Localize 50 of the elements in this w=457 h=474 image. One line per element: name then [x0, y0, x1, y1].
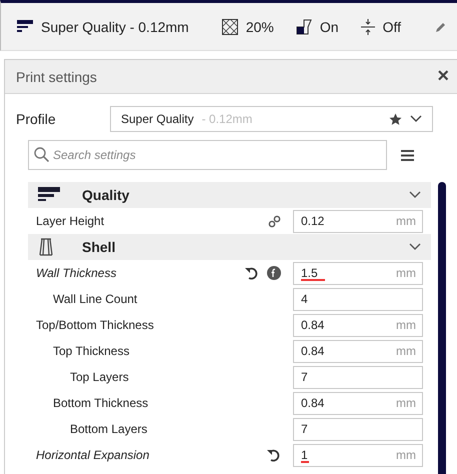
support-value: On: [320, 18, 339, 34]
infill-grid-icon: [222, 18, 238, 34]
quality-bars-icon: [38, 187, 60, 203]
panel-title: Print settings: [16, 68, 98, 84]
reset-icon[interactable]: [267, 448, 281, 462]
profile-label: Profile: [16, 111, 57, 127]
reset-icon[interactable]: [245, 266, 259, 280]
adhesion-icon: [360, 18, 375, 34]
menu-icon[interactable]: [401, 150, 414, 160]
unit-label: mm: [396, 448, 416, 462]
setting-label: Wall Thickness: [36, 266, 118, 280]
setting-input-field[interactable]: 1.5 mm: [293, 262, 423, 284]
quality-bars-icon: [17, 20, 33, 34]
unit-label: mm: [396, 266, 416, 280]
profile-dropdown[interactable]: Super Quality - 0.12mm: [110, 106, 433, 132]
setting-input-field[interactable]: 4: [293, 288, 423, 310]
setting-label: Bottom Layers: [70, 422, 148, 436]
setting-label: Top Thickness: [53, 344, 130, 358]
chevron-icon[interactable]: [409, 243, 421, 251]
profile-name: Super Quality - 0.12mm: [41, 18, 189, 34]
search-icon: [34, 147, 49, 162]
search-field[interactable]: Search settings: [28, 140, 387, 170]
shell-outline-icon: [38, 238, 54, 256]
formula-icon[interactable]: [267, 266, 281, 280]
setting-label: Top Layers: [70, 370, 130, 384]
chevron-icon[interactable]: [409, 191, 421, 199]
close-button[interactable]: ×: [437, 65, 449, 88]
setting-label: Wall Line Count: [53, 292, 138, 306]
setting-input-field[interactable]: 0.84 mm: [293, 314, 423, 336]
infill-value: 20%: [246, 18, 274, 34]
unit-label: mm: [396, 214, 416, 228]
chevron-icon: [410, 115, 422, 123]
setting-label: Layer Height: [36, 214, 106, 228]
setting-input-field[interactable]: 7: [293, 418, 423, 440]
setting-input-field[interactable]: 0.12 mm: [293, 210, 423, 232]
setting-input-field[interactable]: 7: [293, 366, 423, 388]
adhesion-value: Off: [382, 18, 401, 34]
unit-label: mm: [396, 396, 416, 410]
unit-label: mm: [396, 344, 416, 358]
setting-label: Top/Bottom Thickness: [36, 318, 155, 332]
setting-input-field[interactable]: 0.84 mm: [293, 340, 423, 362]
scrollbar[interactable]: [438, 182, 446, 474]
pencil-icon[interactable]: [435, 20, 447, 32]
support-icon: [296, 18, 312, 34]
setting-input-field[interactable]: 0.84 mm: [293, 392, 423, 414]
unit-label: mm: [396, 318, 416, 332]
setting-input-field[interactable]: 1 mm: [293, 444, 423, 466]
setting-label: Bottom Thickness: [53, 396, 150, 410]
setting-label: Horizontal Expansion: [36, 448, 150, 462]
star-icon[interactable]: [389, 112, 402, 126]
